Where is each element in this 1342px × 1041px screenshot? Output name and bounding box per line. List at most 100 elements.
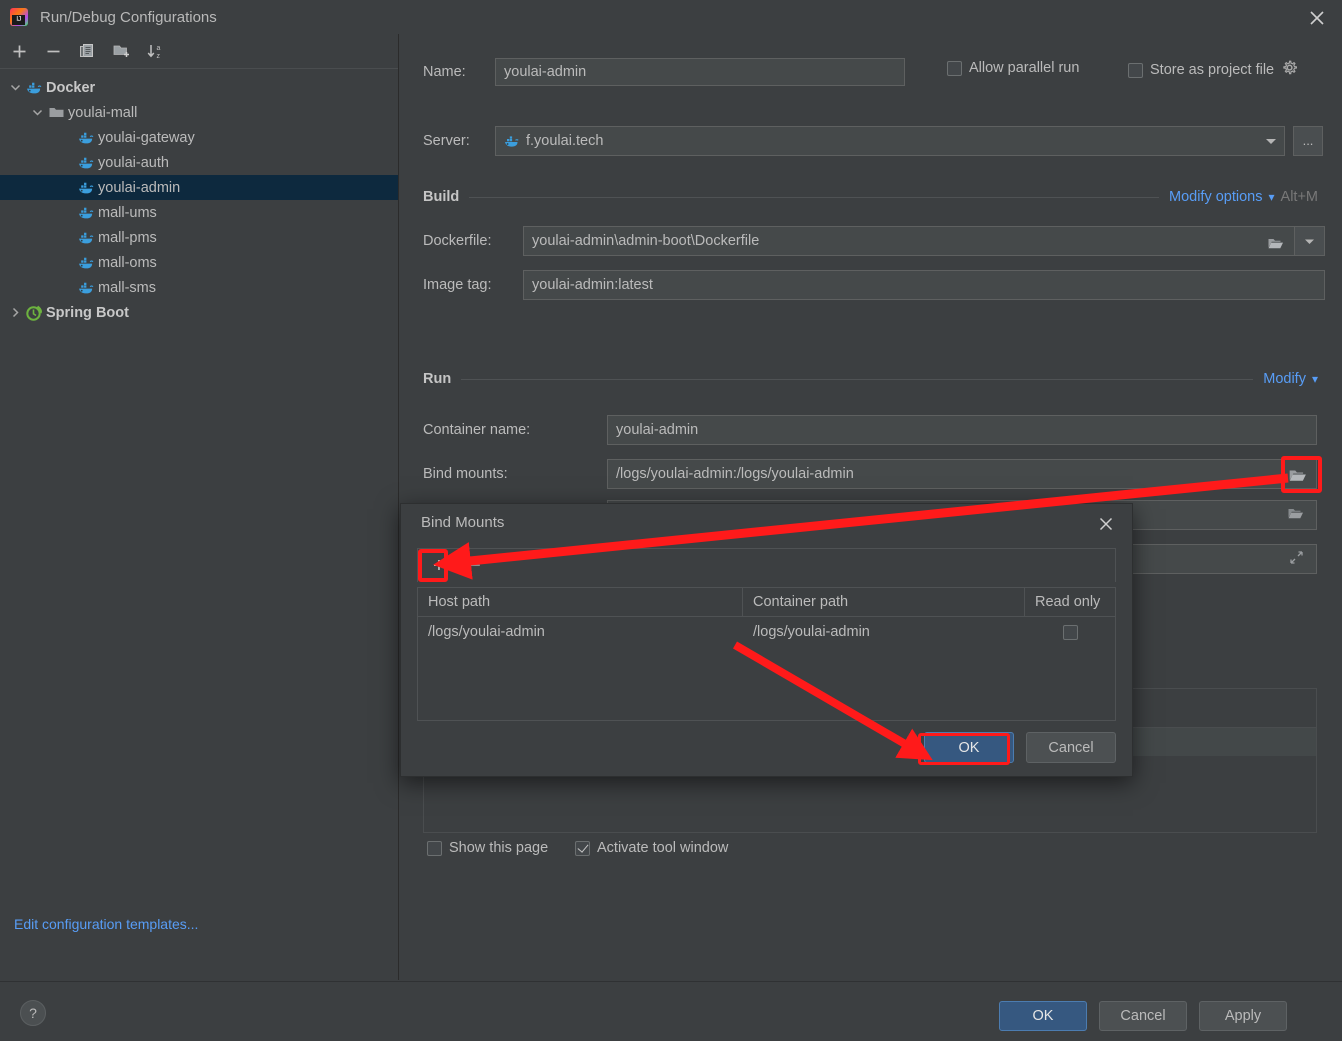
tree-item-label: youlai-auth: [98, 154, 169, 171]
server-value: f.youlai.tech: [526, 133, 604, 149]
tree-item-youlai-admin[interactable]: youlai-admin: [0, 175, 398, 200]
new-folder-button[interactable]: [108, 38, 134, 64]
bind-mounts-browse-button[interactable]: [1284, 462, 1310, 488]
bind-mounts-ok-button[interactable]: OK: [924, 732, 1014, 763]
tree-item-label: youlai-gateway: [98, 129, 195, 146]
intellij-idea-logo-icon: [10, 8, 28, 26]
tree-item-docker[interactable]: Docker: [0, 75, 398, 100]
store-as-project-file-checkbox[interactable]: [1128, 62, 1143, 78]
cell-container-path[interactable]: /logs/youlai-admin: [743, 617, 1025, 647]
chevron-down-icon[interactable]: ▾: [1312, 372, 1318, 386]
add-bind-mount-button[interactable]: +: [426, 553, 452, 579]
dockerfile-input[interactable]: youlai-admin\admin-boot\Dockerfile: [523, 226, 1295, 256]
server-label: Server:: [423, 133, 470, 149]
container-name-label: Container name:: [423, 422, 531, 438]
docker-icon: [504, 134, 520, 148]
close-icon[interactable]: [1306, 7, 1328, 29]
dockerfile-label: Dockerfile:: [423, 233, 492, 249]
allow-parallel-run-row[interactable]: Allow parallel run: [947, 60, 1079, 76]
folder-open-icon[interactable]: [1262, 230, 1288, 255]
activate-tool-window-checkbox[interactable]: [575, 840, 590, 856]
copy-configuration-button[interactable]: [74, 38, 100, 64]
tree-item-label: mall-ums: [98, 204, 157, 221]
docker-icon: [24, 79, 44, 97]
tree-item-label: Docker: [46, 79, 96, 96]
help-button[interactable]: ?: [20, 1000, 46, 1026]
chevron-right-icon[interactable]: [6, 304, 24, 322]
remove-bind-mount-button[interactable]: −: [462, 553, 488, 579]
tree-item-label: Spring Boot: [46, 304, 129, 321]
tree-item-youlai-auth[interactable]: youlai-auth: [0, 150, 398, 175]
container-name-input[interactable]: youlai-admin: [607, 415, 1317, 445]
add-configuration-button[interactable]: [6, 38, 32, 64]
bind-mounts-input[interactable]: /logs/youlai-admin:/logs/youlai-admin: [607, 459, 1317, 489]
tree-item-mall-sms[interactable]: mall-sms: [0, 275, 398, 300]
read-only-checkbox[interactable]: [1062, 624, 1078, 640]
modify-link[interactable]: Modify: [1263, 371, 1306, 387]
dockerfile-history-dropdown[interactable]: [1295, 226, 1325, 256]
chevron-down-icon[interactable]: [28, 104, 46, 122]
allow-parallel-run-checkbox[interactable]: [947, 60, 962, 76]
server-browse-button[interactable]: ...: [1293, 126, 1323, 156]
footer-buttons: OK Cancel Apply: [999, 1001, 1287, 1031]
activate-tool-window-row[interactable]: Activate tool window: [575, 840, 728, 856]
bind-mounts-table[interactable]: Host path Container path Read only /logs…: [417, 587, 1116, 721]
tree-item-mall-oms[interactable]: mall-oms: [0, 250, 398, 275]
bind-mounts-label: Bind mounts:: [423, 466, 508, 482]
svg-text:a: a: [156, 45, 160, 52]
server-row: Server: f.youlai.tech ...: [423, 126, 1323, 156]
modify-options-link[interactable]: Modify options: [1169, 189, 1263, 205]
store-as-project-file-row[interactable]: Store as project file: [1128, 60, 1298, 80]
gear-icon[interactable]: [1282, 60, 1298, 80]
chevron-down-icon[interactable]: ▾: [1269, 190, 1275, 204]
show-this-page-row[interactable]: Show this page: [427, 840, 548, 856]
apply-button[interactable]: Apply: [1199, 1001, 1287, 1031]
name-input[interactable]: youlai-admin: [495, 58, 905, 86]
name-label: Name:: [423, 64, 466, 80]
tree-item-spring-boot[interactable]: Spring Boot: [0, 300, 398, 325]
chevron-down-icon[interactable]: [1258, 127, 1284, 155]
chevron-down-icon[interactable]: [6, 79, 24, 97]
activate-tool-window-label: Activate tool window: [597, 840, 729, 856]
cell-host-path[interactable]: /logs/youlai-admin: [418, 617, 743, 647]
column-header-host-path[interactable]: Host path: [418, 588, 743, 616]
docker-icon: [76, 154, 96, 172]
bind-mounts-dialog-close-icon[interactable]: [1096, 514, 1116, 534]
tree-item-youlai-mall[interactable]: youlai-mall: [0, 100, 398, 125]
run-section-title: Run: [423, 371, 452, 387]
column-header-read-only[interactable]: Read only: [1025, 588, 1115, 616]
image-tag-input[interactable]: youlai-admin:latest: [523, 270, 1325, 300]
cancel-button[interactable]: Cancel: [1099, 1001, 1187, 1031]
build-section-title: Build: [423, 189, 460, 205]
ok-button[interactable]: OK: [999, 1001, 1087, 1031]
edit-configuration-templates-link[interactable]: Edit configuration templates...: [14, 916, 198, 932]
tree-item-label: mall-oms: [98, 254, 157, 271]
column-header-container-path[interactable]: Container path: [743, 588, 1025, 616]
bind-mounts-dialog: Bind Mounts + − Host path Container path…: [400, 503, 1133, 777]
bind-mounts-row: Bind mounts: /logs/youlai-admin:/logs/yo…: [423, 459, 1317, 489]
cell-read-only[interactable]: [1025, 617, 1115, 647]
store-as-project-file-label: Store as project file: [1150, 62, 1275, 78]
sidebar-toolbar: a z: [0, 34, 398, 69]
bind-mounts-cancel-button[interactable]: Cancel: [1026, 732, 1116, 763]
name-row: Name: youlai-admin: [423, 58, 905, 86]
tree-item-label: mall-sms: [98, 279, 156, 296]
sort-configurations-button[interactable]: a z: [142, 38, 168, 64]
expand-icon[interactable]: [1289, 550, 1304, 569]
show-this-page-checkbox[interactable]: [427, 840, 442, 856]
container-name-row: Container name: youlai-admin: [423, 415, 1317, 445]
bind-mounts-dialog-buttons: OK Cancel: [924, 732, 1116, 763]
tree-item-youlai-gateway[interactable]: youlai-gateway: [0, 125, 398, 150]
tree-item-mall-ums[interactable]: mall-ums: [0, 200, 398, 225]
bind-mounts-toolbar: + −: [417, 548, 1116, 582]
docker-icon: [76, 279, 96, 297]
folder-open-icon[interactable]: [1287, 506, 1304, 525]
table-row[interactable]: /logs/youlai-admin /logs/youlai-admin: [418, 617, 1115, 647]
docker-icon: [76, 229, 96, 247]
tree-item-mall-pms[interactable]: mall-pms: [0, 225, 398, 250]
section-divider: [469, 196, 1159, 198]
remove-configuration-button[interactable]: [40, 38, 66, 64]
bind-mounts-dialog-titlebar: Bind Mounts: [401, 504, 1132, 540]
server-combobox[interactable]: f.youlai.tech: [495, 126, 1285, 156]
bind-mounts-dialog-title: Bind Mounts: [421, 513, 505, 531]
